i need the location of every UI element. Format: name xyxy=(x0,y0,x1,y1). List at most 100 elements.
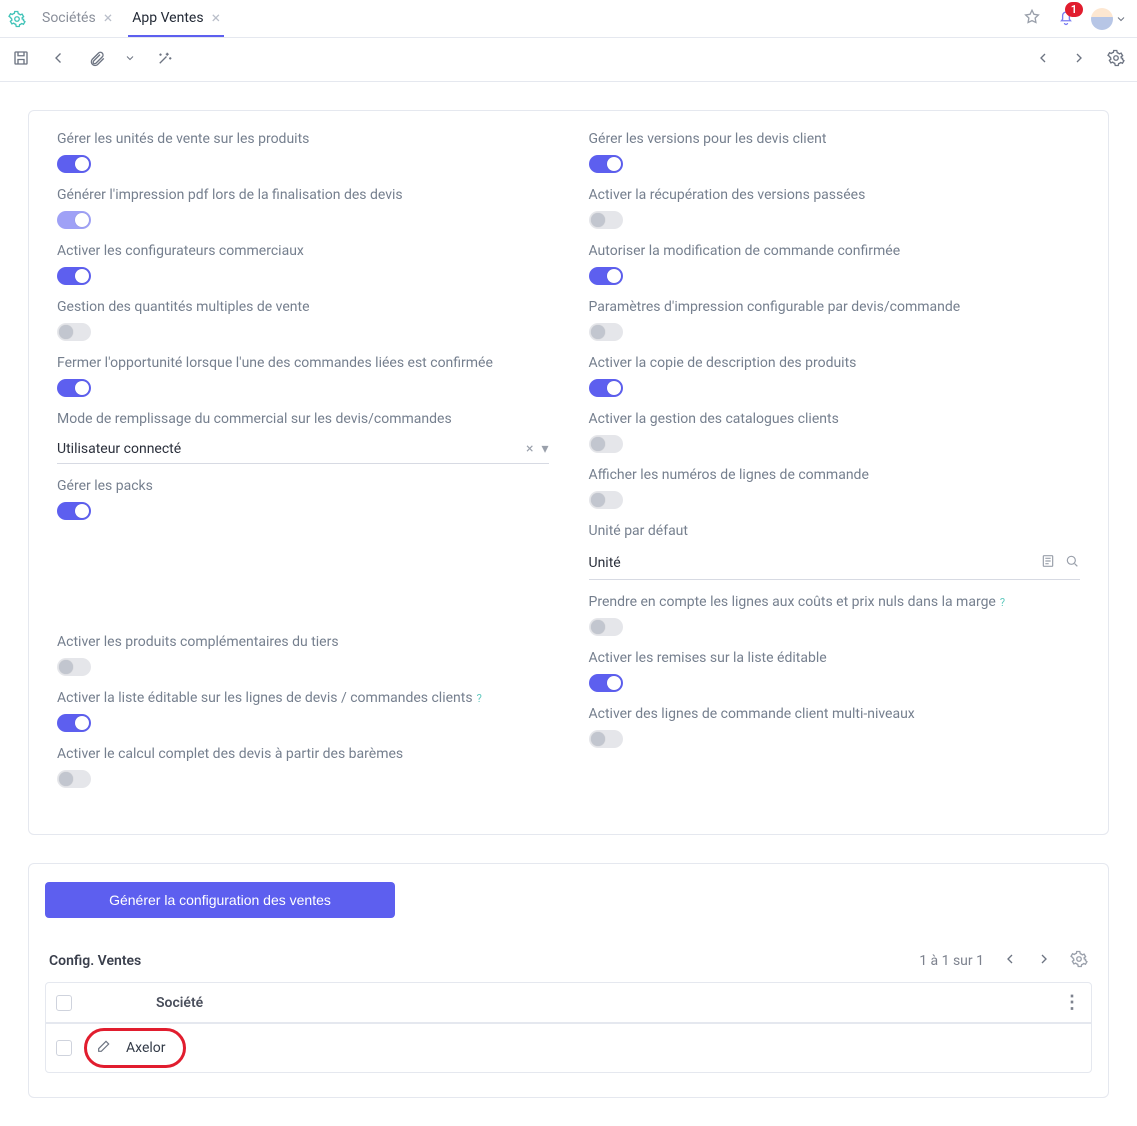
setting-copy_product_desc: Activer la copie de description des prod… xyxy=(589,355,1081,397)
setting-pdf_on_finalize: Générer l'impression pdf lors de la fina… xyxy=(57,187,549,229)
row-company-cell: Axelor xyxy=(126,1040,166,1056)
setting-manage_sale_units: Gérer les unités de vente sur les produi… xyxy=(57,131,549,173)
setting-editable_list: Activer la liste éditable sur les lignes… xyxy=(57,690,549,732)
setting-discounts_editable: Activer les remises sur la liste éditabl… xyxy=(589,650,1081,692)
toggle-editable_list[interactable] xyxy=(57,714,91,732)
prev-page-icon[interactable] xyxy=(1002,951,1018,971)
setting-recover_past_versions: Activer la récupération des versions pas… xyxy=(589,187,1081,229)
row-checkbox[interactable] xyxy=(56,1040,72,1056)
attachment-icon[interactable] xyxy=(88,49,106,71)
setting-multilevel_lines: Activer des lignes de commande client mu… xyxy=(589,706,1081,748)
generate-sales-config-button[interactable]: Générer la configuration des ventes xyxy=(45,882,395,918)
avatar xyxy=(1091,8,1113,30)
setting-label: Autoriser la modification de commande co… xyxy=(589,243,1081,259)
column-menu-icon[interactable]: ⋮ xyxy=(1063,992,1079,1013)
toggle-allow_edit_confirmed[interactable] xyxy=(589,267,623,285)
record-toolbar xyxy=(0,38,1137,82)
setting-client_catalogs: Activer la gestion des catalogues client… xyxy=(589,411,1081,453)
toggle-manage_sale_units[interactable] xyxy=(57,155,91,173)
lookup-default_unit[interactable]: Unité xyxy=(589,547,1081,580)
toggle-multilevel_lines[interactable] xyxy=(589,730,623,748)
toggle-copy_product_desc[interactable] xyxy=(589,379,623,397)
toolbar-more-caret[interactable] xyxy=(124,52,136,68)
help-icon[interactable]: ? xyxy=(477,692,482,705)
toggle-enable_configurators[interactable] xyxy=(57,267,91,285)
close-icon[interactable]: × xyxy=(212,10,221,26)
save-icon[interactable] xyxy=(12,49,30,71)
setting-allow_edit_confirmed: Autoriser la modification de commande co… xyxy=(589,243,1081,285)
view-settings-icon[interactable] xyxy=(1107,49,1125,71)
toggle-print_params[interactable] xyxy=(589,323,623,341)
toggle-manage_packs[interactable] xyxy=(57,502,91,520)
setting-label: Activer les remises sur la liste éditabl… xyxy=(589,650,1081,666)
setting-label: Activer la récupération des versions pas… xyxy=(589,187,1081,203)
edit-icon[interactable] xyxy=(96,1038,112,1058)
setting-show_line_numbers: Afficher les numéros de lignes de comman… xyxy=(589,467,1081,509)
clear-icon[interactable]: × xyxy=(526,441,533,457)
setting-label: Gestion des quantités multiples de vente xyxy=(57,299,549,315)
top-tabs-bar: Sociétés × App Ventes × 1 xyxy=(0,0,1137,38)
setting-label: Gérer les unités de vente sur les produi… xyxy=(57,131,549,147)
notifications-bell[interactable]: 1 xyxy=(1057,8,1075,30)
edit-row-highlight: Axelor xyxy=(90,1032,180,1064)
setting-label: Fermer l'opportunité lorsque l'une des c… xyxy=(57,355,549,371)
setting-multi_qty: Gestion des quantités multiples de vente xyxy=(57,299,549,341)
config-pager-text: 1 à 1 sur 1 xyxy=(919,953,984,969)
setting-label: Afficher les numéros de lignes de comman… xyxy=(589,467,1081,483)
setting-close_opportunity: Fermer l'opportunité lorsque l'une des c… xyxy=(57,355,549,397)
setting-label: Activer la liste éditable sur les lignes… xyxy=(57,690,549,706)
magic-wand-icon[interactable] xyxy=(156,49,174,71)
tab-app-ventes[interactable]: App Ventes × xyxy=(128,0,224,37)
setting-label: Activer la copie de description des prod… xyxy=(589,355,1081,371)
next-record-icon[interactable] xyxy=(1071,50,1087,70)
next-page-icon[interactable] xyxy=(1036,951,1052,971)
table-row[interactable]: Axelor xyxy=(46,1023,1091,1072)
toggle-recover_past_versions[interactable] xyxy=(589,211,623,229)
toggle-multi_qty[interactable] xyxy=(57,323,91,341)
lookup-value: Unité xyxy=(589,555,621,571)
setting-label: Gérer les versions pour les devis client xyxy=(589,131,1081,147)
toggle-zero_cost_margin[interactable] xyxy=(589,618,623,636)
prev-record-icon[interactable] xyxy=(1035,50,1051,70)
star-icon[interactable] xyxy=(1023,8,1041,30)
toggle-pdf_on_finalize[interactable] xyxy=(57,211,91,229)
setting-label: Activer les configurateurs commerciaux xyxy=(57,243,549,259)
back-icon[interactable] xyxy=(50,49,68,71)
column-header-company[interactable]: Société xyxy=(146,987,1051,1019)
setting-enable_configurators: Activer les configurateurs commerciaux xyxy=(57,243,549,285)
setting-label: Activer des lignes de commande client mu… xyxy=(589,706,1081,722)
setting-label: Activer les produits complémentaires du … xyxy=(57,634,549,650)
setting-label: Activer la gestion des catalogues client… xyxy=(589,411,1081,427)
open-record-icon[interactable] xyxy=(1040,553,1056,573)
toggle-discounts_editable[interactable] xyxy=(589,674,623,692)
config-section-title: Config. Ventes xyxy=(49,953,141,969)
search-icon[interactable] xyxy=(1064,553,1080,573)
setting-manage_versions: Gérer les versions pour les devis client xyxy=(589,131,1081,173)
select-fill_mode[interactable]: Utilisateur connecté×▾ xyxy=(57,435,549,464)
tab-societes[interactable]: Sociétés × xyxy=(38,0,116,37)
toggle-complementary_products[interactable] xyxy=(57,658,91,676)
help-icon[interactable]: ? xyxy=(1000,596,1005,609)
chevron-down-icon[interactable]: ▾ xyxy=(541,441,548,457)
setting-label: Mode de remplissage du commercial sur le… xyxy=(57,411,549,427)
setting-label: Paramètres d'impression configurable par… xyxy=(589,299,1081,315)
notification-badge: 1 xyxy=(1065,2,1083,17)
grid-settings-icon[interactable] xyxy=(1070,950,1088,972)
setting-manage_packs: Gérer les packs xyxy=(57,478,549,520)
tab-label: App Ventes xyxy=(132,10,203,26)
toggle-show_line_numbers[interactable] xyxy=(589,491,623,509)
setting-label: Gérer les packs xyxy=(57,478,549,494)
select-all-checkbox[interactable] xyxy=(56,995,72,1011)
close-icon[interactable]: × xyxy=(104,10,113,26)
toggle-close_opportunity[interactable] xyxy=(57,379,91,397)
setting-full_bareme_calc: Activer le calcul complet des devis à pa… xyxy=(57,746,549,788)
setting-label: Prendre en compte les lignes aux coûts e… xyxy=(589,594,1081,610)
setting-print_params: Paramètres d'impression configurable par… xyxy=(589,299,1081,341)
toggle-full_bareme_calc[interactable] xyxy=(57,770,91,788)
app-home-icon[interactable] xyxy=(8,0,26,37)
config-table: Société ⋮ Axelor xyxy=(45,982,1092,1073)
user-menu[interactable] xyxy=(1091,8,1127,30)
toggle-client_catalogs[interactable] xyxy=(589,435,623,453)
sales-config-panel: Générer la configuration des ventes Conf… xyxy=(28,863,1109,1098)
toggle-manage_versions[interactable] xyxy=(589,155,623,173)
